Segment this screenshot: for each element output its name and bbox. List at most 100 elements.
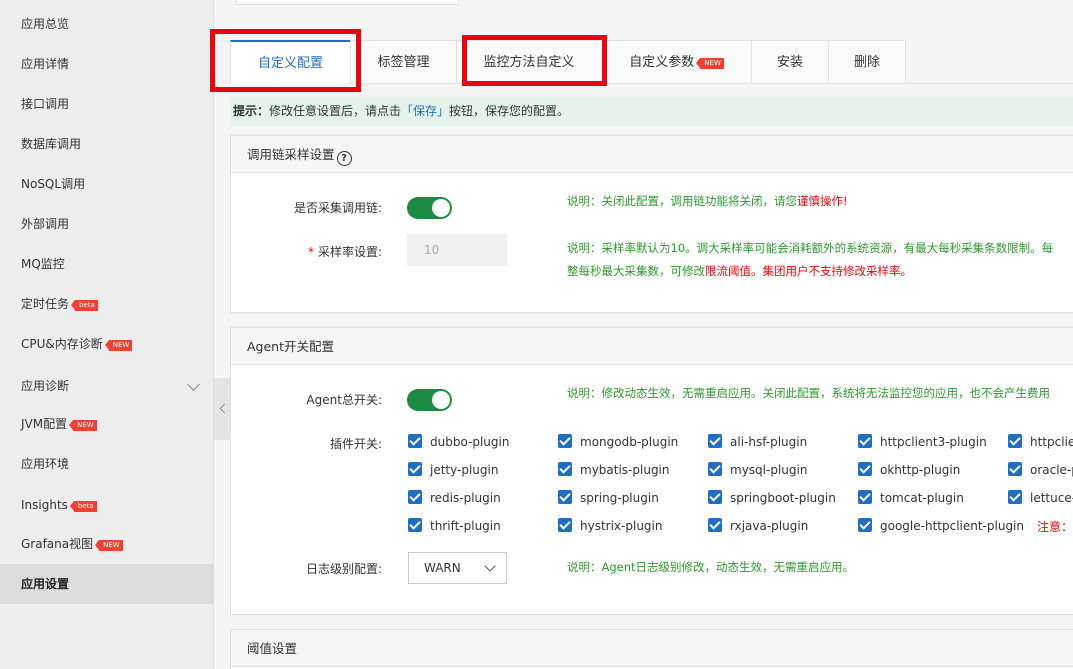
plugin-switch-label: 插件开关: [329,437,382,451]
sidebar-item-app-environment[interactable]: 应用环境 [0,444,214,484]
plugin-checkbox[interactable]: springboot-plugin [708,490,836,506]
log-level-select[interactable]: WARN [408,552,507,584]
plugin-checkbox[interactable]: okhttp-plugin [858,462,960,478]
plugin-checkbox[interactable]: mysql-plugin [708,462,807,478]
highlight-box-monitor-method [462,35,607,86]
new-badge: NEW [69,420,97,431]
plugin-checkbox[interactable]: tomcat-plugin [858,490,964,506]
sidebar-item-insights[interactable]: Insights beta [0,485,214,525]
sidebar-item-mq-monitor[interactable]: MQ监控 [0,244,214,284]
sample-rate-label: * 采样率设置: [307,245,382,259]
sidebar-item-db-calls[interactable]: 数据库调用 [0,124,214,164]
sidebar-item-app-settings[interactable]: 应用设置 [0,564,214,604]
tab-delete[interactable]: 删除 [828,40,906,84]
beta-badge: beta [69,501,97,512]
sidebar-item-app-overview[interactable]: 应用总览 [0,4,214,44]
plugin-checkbox[interactable]: dubbo-plugin [408,434,509,450]
sidebar-item-label: 定时任务 [21,297,70,311]
checkbox-checked-icon [708,434,722,448]
highlight-box-custom-config [210,29,361,92]
plugin-checkbox[interactable]: thrift-plugin [408,518,501,534]
plugin-checkbox[interactable]: mybatis-plugin [558,462,670,478]
top-search-box[interactable] [236,0,459,5]
plugin-checkbox[interactable]: hystrix-plugin [558,518,662,534]
chevron-down-icon [484,560,496,572]
sample-rate-note-line1: 说明：采样率默认为10。调大采样率可能会消耗额外的系统资源，有最大每秒采集条数限… [567,241,1054,255]
plugin-checkbox[interactable]: rxjava-plugin [708,518,808,534]
checkbox-checked-icon [408,434,422,448]
collect-trace-label: 是否采集调用链: [293,201,382,215]
sidebar-item-cpu-memory-diagnosis[interactable]: CPU&内存诊断 NEW [0,324,214,364]
trace-sampling-panel: 调用链采样设置? [230,135,1073,313]
sidebar-item-external-calls[interactable]: 外部调用 [0,204,214,244]
save-tip-banner: 提示：修改任意设置后，请点击「保存」按钮，保存您的配置。 [230,97,1073,126]
plugin-checkbox[interactable]: ali-hsf-plugin [708,434,807,450]
tab-tag-management[interactable]: 标签管理 [350,40,457,84]
agent-switch-label: Agent总开关: [306,393,382,407]
checkbox-checked-icon [858,490,872,504]
sidebar-item-label: 数据库调用 [21,137,82,151]
sidebar-item-label: 应用环境 [21,457,70,471]
sidebar-item-nosql-calls[interactable]: NoSQL调用 [0,164,214,204]
log-level-label: 日志级别配置: [305,562,382,576]
sidebar-item-app-details[interactable]: 应用详情 [0,44,214,84]
sidebar-item-scheduled-tasks[interactable]: 定时任务 beta [0,284,214,324]
plugin-checkbox[interactable]: lettuce-p [1008,490,1073,506]
sidebar-item-api-calls[interactable]: 接口调用 [0,84,214,124]
sidebar-item-label: 应用设置 [21,577,70,591]
new-badge: NEW [696,58,724,69]
tip-prefix: 提示： [233,104,270,118]
help-icon[interactable]: ? [336,151,352,166]
checkbox-checked-icon [708,490,722,504]
log-level-value: WARN [424,561,461,575]
sidebar-item-label: MQ监控 [21,257,65,271]
sample-rate-input[interactable]: 10 [407,234,507,266]
checkbox-checked-icon [858,462,872,476]
sidebar-item-label: 应用详情 [21,57,70,71]
plugin-checkbox[interactable]: mongodb-plugin [558,434,678,450]
tip-text: 按钮，保存您的配置。 [449,104,570,118]
threshold-panel: 阈值设置 [230,629,1073,669]
tab-custom-params[interactable]: 自定义参数 NEW [601,40,752,84]
checkbox-checked-icon [1008,462,1022,476]
sidebar-item-label: Grafana视图 [21,537,94,551]
sidebar-item-label: Insights [21,498,68,512]
plugin-checkbox[interactable]: httpclier [1008,434,1073,450]
checkbox-checked-icon [708,462,722,476]
plugin-checkbox[interactable]: redis-plugin [408,490,501,506]
collect-trace-toggle[interactable] [407,197,452,219]
tab-install[interactable]: 安装 [751,40,829,84]
agent-switch-note: 说明：修改动态生效，无需重启应用。关闭此配置，系统将无法监控您的应用，也不会产生… [567,386,1050,400]
checkbox-checked-icon [558,518,572,532]
save-link[interactable]: 「保存」 [401,104,449,118]
checkbox-checked-icon [708,518,722,532]
panel-title: Agent开关配置 [247,339,334,354]
plugin-checkbox[interactable]: google-httpclient-plugin [858,518,1024,534]
sidebar-item-jvm-config[interactable]: JVM配置 NEW [0,404,214,444]
log-level-note: 说明：Agent日志级别修改，动态生效，无需重启应用。 [567,560,855,574]
plugin-checkbox[interactable]: oracle-p [1008,462,1073,478]
tab-label: 删除 [853,55,880,70]
checkbox-checked-icon [558,462,572,476]
agent-master-toggle[interactable] [407,389,452,411]
sidebar-item-label: 应用诊断 [21,379,70,393]
sidebar-item-label: JVM配置 [21,417,68,431]
checkbox-checked-icon [1008,434,1022,448]
plugin-warning-note: 注意： [1037,520,1073,534]
beta-badge: beta [71,300,98,311]
panel-header: 阈值设置 [231,630,1073,667]
plugin-checkbox[interactable]: spring-plugin [558,490,659,506]
sidebar-item-app-diagnosis[interactable]: 应用诊断 [0,366,214,406]
plugin-checkbox[interactable]: httpclient3-plugin [858,434,987,450]
sidebar-item-label: 外部调用 [21,217,70,231]
checkbox-checked-icon [858,518,872,532]
checkbox-checked-icon [1008,490,1022,504]
panel-header: Agent开关配置 [231,328,1073,365]
plugin-checkbox[interactable]: jetty-plugin [408,462,498,478]
sidebar-item-grafana-view[interactable]: Grafana视图 NEW [0,524,214,564]
checkbox-checked-icon [558,434,572,448]
new-badge: NEW [104,340,133,351]
sidebar-item-label: NoSQL调用 [21,177,86,191]
checkbox-checked-icon [408,518,422,532]
tab-label: 标签管理 [377,55,430,70]
